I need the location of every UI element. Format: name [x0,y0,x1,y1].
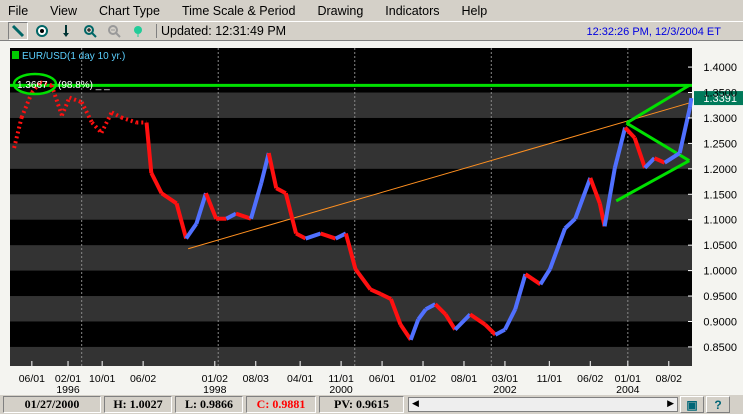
x-tick-label: 06/02 [130,373,156,385]
down-arrow-icon[interactable] [56,22,76,40]
y-tick-label: 1.3000 [703,113,737,125]
y-tick-label: 1.2500 [703,138,737,150]
pin-icon[interactable] [128,22,148,40]
menu-drawing[interactable]: Drawing [317,4,363,18]
price-chart[interactable]: 1.33911.3667 (98.8%) _ _1.40001.35001.300… [0,41,743,395]
price-band [10,296,692,322]
menu-bar: File View Chart Type Time Scale & Period… [0,0,743,21]
status-bar: 01/27/2000 H: 1.0027 L: 0.9866 C: 0.9881… [0,395,743,414]
crosshair-icon[interactable] [32,22,52,40]
y-tick-label: 1.2000 [703,164,737,176]
updated-time: Updated: 12:31:49 PM [156,24,286,38]
annotation-value: 1.3667 [17,80,48,91]
x-tick-year: 1996 [56,384,80,395]
price-segment [687,97,694,108]
x-tick-label: 11/01 [537,373,563,385]
menu-chart-type[interactable]: Chart Type [99,4,160,18]
x-tick-label: 06/02 [577,373,603,385]
x-tick-label: 06/01 [19,373,45,385]
zoom-in-icon[interactable] [80,22,100,40]
annotation-percent: (98.8%) _ _ [58,80,110,91]
status-date: 01/27/2000 [3,396,101,413]
menu-time-scale[interactable]: Time Scale & Period [182,4,295,18]
y-tick-label: 0.8500 [703,342,737,354]
menu-file[interactable]: File [8,4,28,18]
status-close: C: 0.9881 [246,396,316,413]
x-tick-year: 2004 [616,384,640,395]
window-icon[interactable]: ▣ [680,396,704,413]
menu-indicators[interactable]: Indicators [385,4,439,18]
y-tick-label: 0.9000 [703,316,737,328]
help-icon[interactable]: ? [706,396,730,413]
legend-swatch [12,51,19,59]
x-tick-year: 2002 [493,384,517,395]
y-tick-label: 1.1500 [703,189,737,201]
y-tick-label: 1.0500 [703,240,737,252]
menu-help[interactable]: Help [462,4,488,18]
y-tick-label: 1.0000 [703,266,737,278]
x-tick-year: 1998 [203,384,227,395]
y-tick-label: 0.9500 [703,291,737,303]
scroll-right-icon[interactable]: ▶ [667,398,674,409]
price-band [10,143,692,169]
y-tick-label: 1.4000 [703,62,737,74]
x-tick-label: 08/03 [243,373,269,385]
menu-view[interactable]: View [50,4,77,18]
status-high: H: 1.0027 [104,396,172,413]
scroll-left-icon[interactable]: ◀ [412,398,419,409]
toolbar: Updated: 12:31:49 PM 12:32:26 PM, 12/3/2… [0,21,743,41]
x-tick-year: 2000 [329,384,353,395]
x-tick-label: 10/01 [89,373,115,385]
x-tick-label: 08/02 [656,373,682,385]
y-tick-label: 1.1000 [703,215,737,227]
price-band [10,194,692,220]
draw-line-icon[interactable] [8,22,28,40]
status-low: L: 0.9866 [175,396,243,413]
x-tick-label: 01/02 [410,373,436,385]
zoom-out-icon[interactable] [104,22,124,40]
horizontal-scrollbar[interactable]: ◀ ▶ [408,397,678,412]
x-tick-label: 04/01 [287,373,313,385]
clock: 12:32:26 PM, 12/3/2004 ET [586,26,721,38]
chart-title: EUR/USD(1 day 10 yr.) [22,51,125,62]
y-tick-label: 1.3500 [703,88,737,100]
x-tick-label: 06/01 [369,373,395,385]
x-tick-label: 08/01 [451,373,477,385]
price-band [10,346,692,366]
status-pv: PV: 0.9615 [319,396,404,413]
